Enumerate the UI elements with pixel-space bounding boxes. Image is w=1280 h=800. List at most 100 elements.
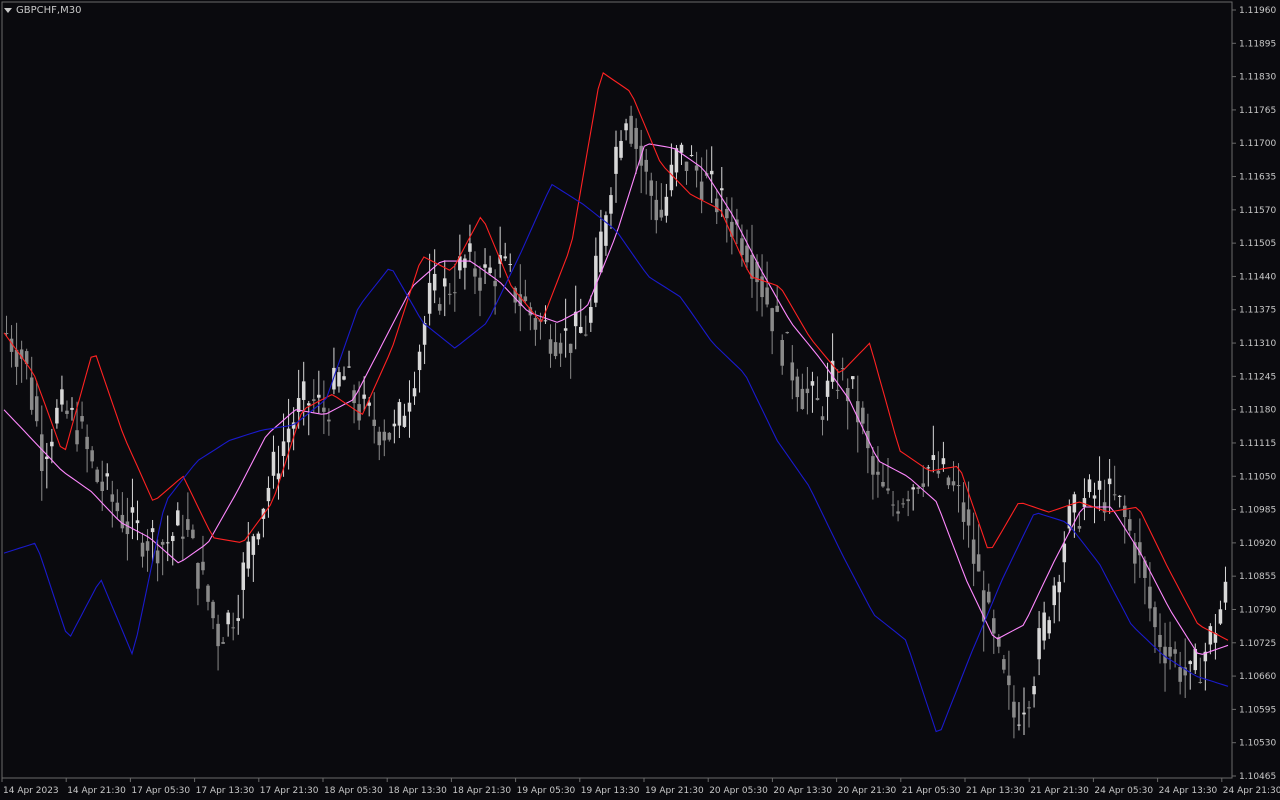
price-tick-label: 1.11115 — [1239, 439, 1276, 449]
price-tick-label: 1.10855 — [1239, 572, 1276, 582]
candle-body — [1017, 724, 1021, 726]
candle-body — [689, 155, 694, 157]
candle-body — [961, 502, 966, 522]
candle-body — [850, 376, 855, 380]
candle-body — [563, 328, 568, 331]
price-tick-label: 1.11050 — [1239, 472, 1276, 482]
price-tick-label: 1.11960 — [1239, 6, 1276, 16]
candle-body — [901, 503, 905, 505]
time-axis: 14 Apr 2023 14 Apr 21:30 17 Apr 05:30 17 Ap… — [1, 778, 1280, 796]
candle-body — [191, 529, 195, 539]
time-tick-label: 19 Apr 13:30 — [581, 786, 640, 796]
candle-body — [654, 199, 659, 221]
candle-body — [221, 642, 225, 644]
candle-body — [1117, 495, 1122, 497]
candle-body — [256, 533, 261, 540]
candle-body — [402, 415, 407, 427]
candle-body — [1042, 612, 1046, 641]
candle-body — [407, 402, 412, 412]
candle-body — [745, 245, 749, 263]
candle-body — [1007, 675, 1011, 686]
chart-window[interactable]: 1.11960 1.11895 1.11830 1.11765 1.11700 1.116… — [0, 0, 1280, 800]
candle-body — [881, 481, 885, 487]
candle-body — [800, 388, 805, 409]
candle-body — [876, 471, 880, 475]
candle-body — [95, 469, 99, 482]
candle-body — [790, 362, 795, 381]
candle-body — [1057, 581, 1062, 593]
candle-body — [604, 215, 608, 246]
candle-body — [165, 542, 170, 544]
price-tick-label: 1.10595 — [1239, 705, 1276, 715]
candle-body — [1027, 707, 1031, 709]
dropdown-triangle-icon[interactable] — [4, 7, 12, 13]
candle-body — [1198, 682, 1203, 684]
candle-body — [684, 161, 689, 171]
candle-body — [659, 209, 664, 218]
candle-body — [216, 623, 220, 647]
candle-body — [523, 296, 528, 302]
time-tick-label: 20 Apr 05:30 — [709, 786, 768, 796]
candle-body — [1178, 666, 1182, 682]
candle-body — [181, 536, 185, 539]
candle-body — [34, 396, 39, 422]
candle-body — [825, 380, 830, 397]
candle-body — [337, 372, 341, 387]
price-tick-label: 1.11700 — [1239, 139, 1276, 149]
candle-body — [669, 164, 674, 191]
candle-body — [306, 403, 311, 406]
candle-body — [1153, 607, 1157, 628]
price-tick-label: 1.10790 — [1239, 605, 1276, 615]
time-tick-label: 20 Apr 21:30 — [838, 786, 897, 796]
candle-body — [503, 256, 507, 259]
price-chart[interactable]: 1.11960 1.11895 1.11830 1.11765 1.11700 1.116… — [0, 0, 1280, 800]
candle-body — [674, 148, 679, 173]
price-axis: 1.11960 1.11895 1.11830 1.11765 1.11700 1.116… — [1232, 6, 1276, 782]
candle-body — [941, 458, 946, 465]
candle-body — [417, 351, 422, 371]
candle-body — [931, 455, 936, 460]
price-tick-label: 1.10725 — [1239, 639, 1276, 649]
time-tick-label: 18 Apr 05:30 — [324, 786, 383, 796]
candle-body — [649, 180, 654, 196]
candle-body — [1047, 620, 1051, 634]
candle-body — [916, 487, 920, 489]
candle-body — [422, 323, 427, 345]
candle-body — [110, 494, 115, 502]
candle-body — [1173, 649, 1177, 654]
candle-body — [251, 536, 256, 555]
candle-body — [105, 473, 110, 477]
time-tick-label: 18 Apr 13:30 — [388, 786, 447, 796]
candle-body — [392, 423, 397, 427]
price-tick-label: 1.11180 — [1239, 406, 1276, 416]
candle-body — [493, 280, 497, 287]
candle-body — [211, 601, 215, 619]
time-tick-label: 24 Apr 13:30 — [1159, 786, 1218, 796]
candle-body — [322, 407, 326, 412]
candle-body — [558, 342, 563, 354]
candle-body — [795, 376, 800, 398]
candle-body — [1092, 495, 1097, 499]
candle-body — [100, 481, 104, 491]
candle-body — [609, 195, 613, 214]
candle-group — [4, 105, 1228, 739]
candle-body — [70, 407, 74, 410]
candle-body — [1218, 609, 1223, 624]
candle-body — [468, 243, 472, 252]
candle-body — [342, 376, 346, 380]
candle-body — [176, 510, 180, 526]
candle-body — [810, 381, 815, 386]
candle-body — [196, 562, 200, 589]
candle-body — [1148, 586, 1152, 609]
candle-body — [624, 123, 628, 131]
price-tick-label: 1.11505 — [1239, 239, 1276, 249]
candle-body — [548, 339, 553, 354]
candle-body — [599, 231, 603, 273]
candle-body — [115, 502, 120, 512]
symbol-header[interactable]: GBPCHF,M30 — [4, 3, 81, 17]
candle-body — [246, 541, 251, 569]
candle-body — [1107, 478, 1112, 485]
candle-body — [861, 407, 865, 424]
price-tick-label: 1.11830 — [1239, 73, 1276, 83]
candle-body — [201, 561, 205, 571]
